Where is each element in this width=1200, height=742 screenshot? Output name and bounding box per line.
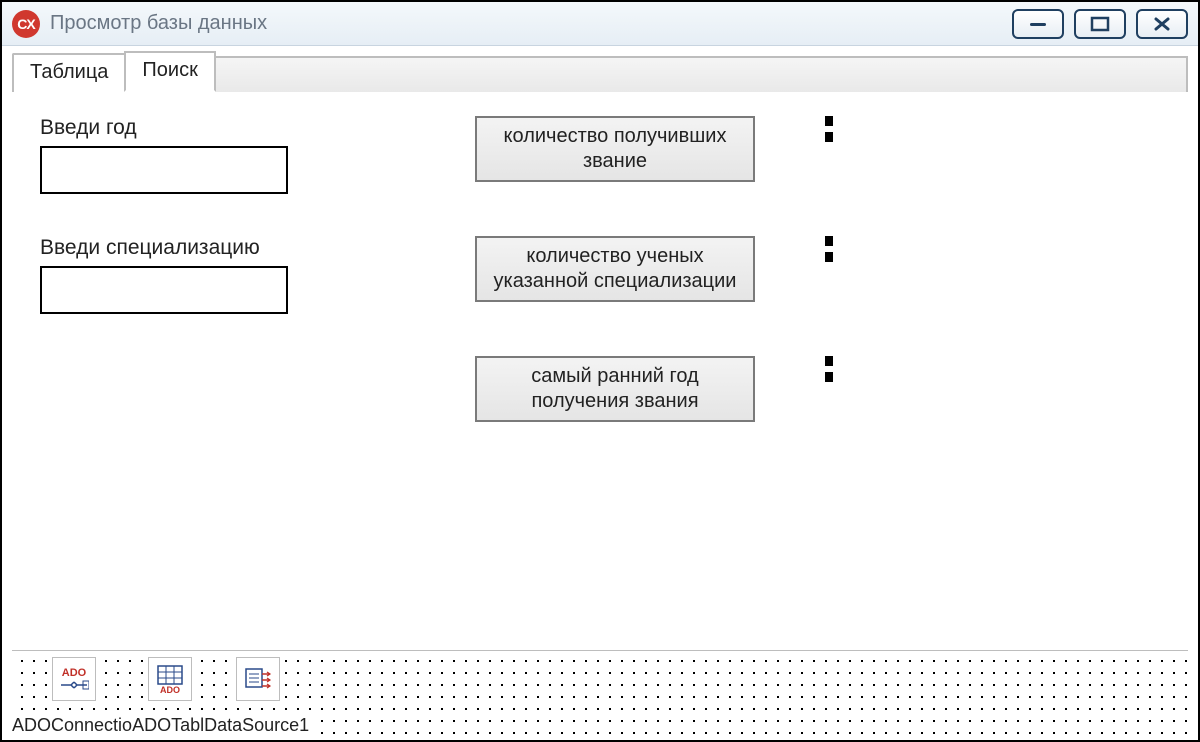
maximize-icon [1090,16,1110,32]
row-earliest-year: самый ранний год получения звания [40,356,1160,422]
tab-table[interactable]: Таблица [12,53,126,92]
window-controls [1012,9,1188,39]
label-datasource: DataSource1 [204,715,309,735]
close-button[interactable] [1136,9,1188,39]
tab-page-search: Введи год количество получивших звание В… [12,92,1188,650]
app-icon: CX [12,10,40,38]
result-placeholder-3 [825,356,835,382]
button-count-scientists[interactable]: количество ученых указанной специализаци… [475,236,755,302]
tray-labels: ADOConnectioADOTablDataSource1 [12,715,315,736]
label-adoconnection: ADOConnectio [12,715,132,735]
minimize-button[interactable] [1012,9,1064,39]
close-icon [1152,16,1172,32]
component-adotable[interactable]: ADO [148,657,192,701]
input-year[interactable] [40,146,288,194]
button-earliest-year[interactable]: самый ранний год получения звания [475,356,755,422]
titlebar: CX Просмотр базы данных [2,2,1198,46]
designer-tray: ADO ADO ADOConnectioADOTabl [12,650,1188,740]
row-year: Введи год количество получивших звание [40,116,1160,194]
tab-bar: Таблица Поиск [12,52,1188,92]
label-specialization: Введи специализацию [40,236,450,260]
datasource-icon [236,657,280,701]
result-placeholder-2 [825,236,835,262]
minimize-icon [1027,18,1049,30]
input-specialization[interactable] [40,266,288,314]
adotable-icon: ADO [148,657,192,701]
adoconnection-icon: ADO [52,657,96,701]
component-adoconnection[interactable]: ADO [52,657,96,701]
window-root: CX Просмотр базы данных Таблица Поиск [2,2,1198,740]
tab-search[interactable]: Поиск [124,51,215,92]
component-datasource[interactable] [236,657,280,701]
maximize-button[interactable] [1074,9,1126,39]
button-count-awarded[interactable]: количество получивших звание [475,116,755,182]
label-adotable: ADOTabl [132,715,204,735]
client-area: Таблица Поиск Введи год количество получ… [2,46,1198,740]
label-year: Введи год [40,116,450,140]
window-title: Просмотр базы данных [50,12,267,35]
result-placeholder-1 [825,116,835,142]
tabstrip-filler [214,56,1188,92]
row-specialization: Введи специализацию количество ученых ук… [40,236,1160,314]
